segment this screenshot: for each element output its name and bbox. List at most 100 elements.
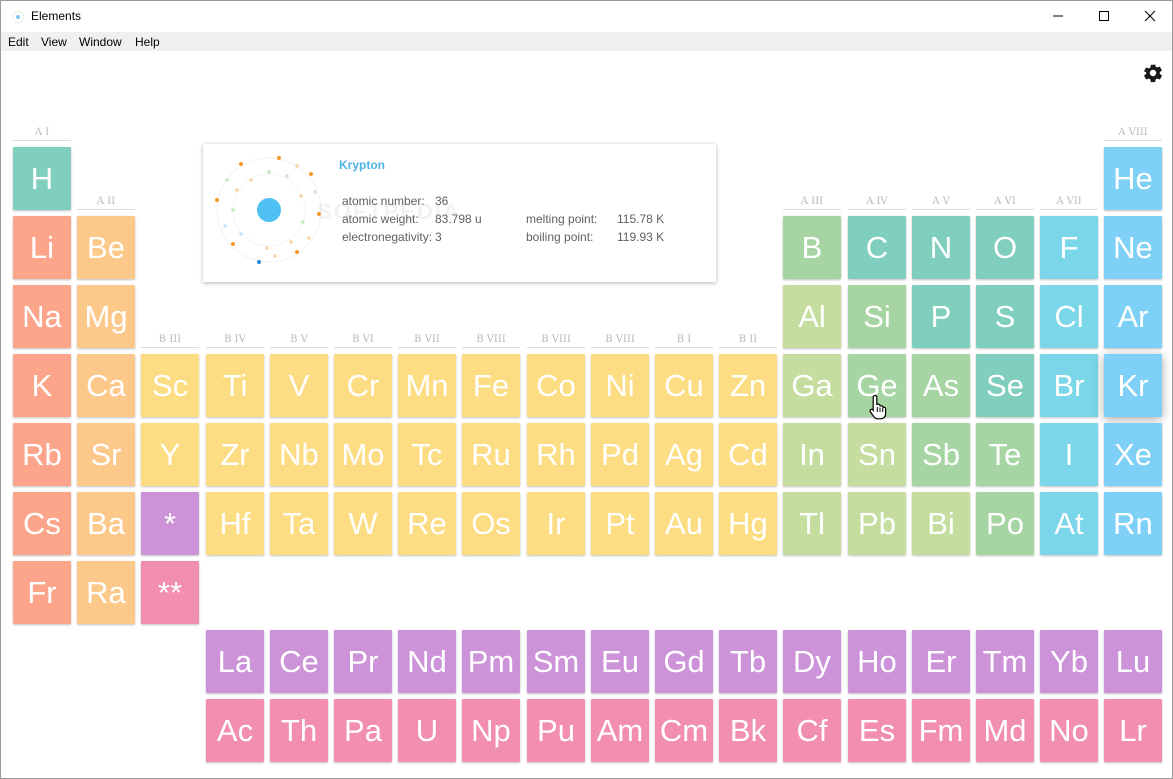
element-tile-he[interactable]: He <box>1104 147 1162 210</box>
element-tile-nd[interactable]: Nd <box>398 630 456 693</box>
element-tile-es[interactable]: Es <box>848 699 906 762</box>
element-tile-hf[interactable]: Hf <box>206 492 264 555</box>
element-tile-yb[interactable]: Yb <box>1040 630 1098 693</box>
element-tile-ta[interactable]: Ta <box>270 492 328 555</box>
element-tile-zn[interactable]: Zn <box>719 354 777 417</box>
element-tile-s[interactable]: S <box>976 285 1034 348</box>
element-tile-pm[interactable]: Pm <box>462 630 520 693</box>
element-tile-tc[interactable]: Tc <box>398 423 456 486</box>
element-tile-er[interactable]: Er <box>912 630 970 693</box>
element-tile-at[interactable]: At <box>1040 492 1098 555</box>
element-tile-np[interactable]: Np <box>462 699 520 762</box>
element-tile-sr[interactable]: Sr <box>77 423 135 486</box>
element-tile-u[interactable]: U <box>398 699 456 762</box>
element-tile-ac[interactable]: Ac <box>206 699 264 762</box>
element-tile-h[interactable]: H <box>13 147 71 210</box>
element-tile-o[interactable]: O <box>976 216 1034 279</box>
element-tile-co[interactable]: Co <box>527 354 585 417</box>
element-tile-os[interactable]: Os <box>462 492 520 555</box>
gear-icon[interactable] <box>1142 62 1164 84</box>
element-tile-k[interactable]: K <box>13 354 71 417</box>
menu-view[interactable]: View <box>41 35 67 49</box>
element-tile-ru[interactable]: Ru <box>462 423 520 486</box>
element-tile-pu[interactable]: Pu <box>527 699 585 762</box>
element-tile-fr[interactable]: Fr <box>13 561 71 624</box>
element-tile-ar[interactable]: Ar <box>1104 285 1162 348</box>
element-tile-no[interactable]: No <box>1040 699 1098 762</box>
element-tile-pa[interactable]: Pa <box>334 699 392 762</box>
maximize-button[interactable] <box>1081 1 1127 31</box>
element-tile-ne[interactable]: Ne <box>1104 216 1162 279</box>
element-tile-bi[interactable]: Bi <box>912 492 970 555</box>
element-tile-ba[interactable]: Ba <box>77 492 135 555</box>
element-tile-na[interactable]: Na <box>13 285 71 348</box>
element-tile-be[interactable]: Be <box>77 216 135 279</box>
element-tile-lanthanides[interactable]: * <box>141 492 199 555</box>
element-tile-cf[interactable]: Cf <box>783 699 841 762</box>
close-button[interactable] <box>1127 1 1173 31</box>
element-tile-f[interactable]: F <box>1040 216 1098 279</box>
element-tile-po[interactable]: Po <box>976 492 1034 555</box>
element-tile-zr[interactable]: Zr <box>206 423 264 486</box>
menu-edit[interactable]: Edit <box>8 35 29 49</box>
element-tile-lu[interactable]: Lu <box>1104 630 1162 693</box>
element-tile-actinides[interactable]: ** <box>141 561 199 624</box>
element-tile-bk[interactable]: Bk <box>719 699 777 762</box>
element-tile-b[interactable]: B <box>783 216 841 279</box>
minimize-button[interactable] <box>1035 1 1081 31</box>
element-tile-eu[interactable]: Eu <box>591 630 649 693</box>
element-tile-nb[interactable]: Nb <box>270 423 328 486</box>
element-tile-la[interactable]: La <box>206 630 264 693</box>
element-tile-sc[interactable]: Sc <box>141 354 199 417</box>
element-tile-rh[interactable]: Rh <box>527 423 585 486</box>
element-tile-fm[interactable]: Fm <box>912 699 970 762</box>
element-tile-y[interactable]: Y <box>141 423 199 486</box>
element-tile-br[interactable]: Br <box>1040 354 1098 417</box>
element-tile-w[interactable]: W <box>334 492 392 555</box>
element-tile-fe[interactable]: Fe <box>462 354 520 417</box>
element-tile-tl[interactable]: Tl <box>783 492 841 555</box>
element-tile-tb[interactable]: Tb <box>719 630 777 693</box>
element-tile-am[interactable]: Am <box>591 699 649 762</box>
element-tile-hg[interactable]: Hg <box>719 492 777 555</box>
element-tile-cl[interactable]: Cl <box>1040 285 1098 348</box>
element-tile-pd[interactable]: Pd <box>591 423 649 486</box>
element-tile-xe[interactable]: Xe <box>1104 423 1162 486</box>
element-tile-c[interactable]: C <box>848 216 906 279</box>
element-tile-dy[interactable]: Dy <box>783 630 841 693</box>
element-tile-li[interactable]: Li <box>13 216 71 279</box>
element-tile-cm[interactable]: Cm <box>655 699 713 762</box>
element-tile-al[interactable]: Al <box>783 285 841 348</box>
element-tile-gd[interactable]: Gd <box>655 630 713 693</box>
element-tile-sn[interactable]: Sn <box>848 423 906 486</box>
element-tile-n[interactable]: N <box>912 216 970 279</box>
element-tile-tm[interactable]: Tm <box>976 630 1034 693</box>
element-tile-mn[interactable]: Mn <box>398 354 456 417</box>
menu-window[interactable]: Window <box>79 35 122 49</box>
element-tile-re[interactable]: Re <box>398 492 456 555</box>
element-tile-se[interactable]: Se <box>976 354 1034 417</box>
element-tile-p[interactable]: P <box>912 285 970 348</box>
element-tile-lr[interactable]: Lr <box>1104 699 1162 762</box>
element-tile-cu[interactable]: Cu <box>655 354 713 417</box>
element-tile-te[interactable]: Te <box>976 423 1034 486</box>
element-tile-cd[interactable]: Cd <box>719 423 777 486</box>
element-tile-ca[interactable]: Ca <box>77 354 135 417</box>
element-tile-mg[interactable]: Mg <box>77 285 135 348</box>
element-tile-in[interactable]: In <box>783 423 841 486</box>
element-tile-pt[interactable]: Pt <box>591 492 649 555</box>
element-tile-cr[interactable]: Cr <box>334 354 392 417</box>
element-tile-ni[interactable]: Ni <box>591 354 649 417</box>
element-tile-rn[interactable]: Rn <box>1104 492 1162 555</box>
element-tile-cs[interactable]: Cs <box>13 492 71 555</box>
element-tile-au[interactable]: Au <box>655 492 713 555</box>
element-tile-ag[interactable]: Ag <box>655 423 713 486</box>
element-tile-th[interactable]: Th <box>270 699 328 762</box>
element-tile-md[interactable]: Md <box>976 699 1034 762</box>
element-tile-v[interactable]: V <box>270 354 328 417</box>
element-tile-sb[interactable]: Sb <box>912 423 970 486</box>
element-tile-i[interactable]: I <box>1040 423 1098 486</box>
element-tile-rb[interactable]: Rb <box>13 423 71 486</box>
menu-help[interactable]: Help <box>135 35 160 49</box>
element-tile-ir[interactable]: Ir <box>527 492 585 555</box>
